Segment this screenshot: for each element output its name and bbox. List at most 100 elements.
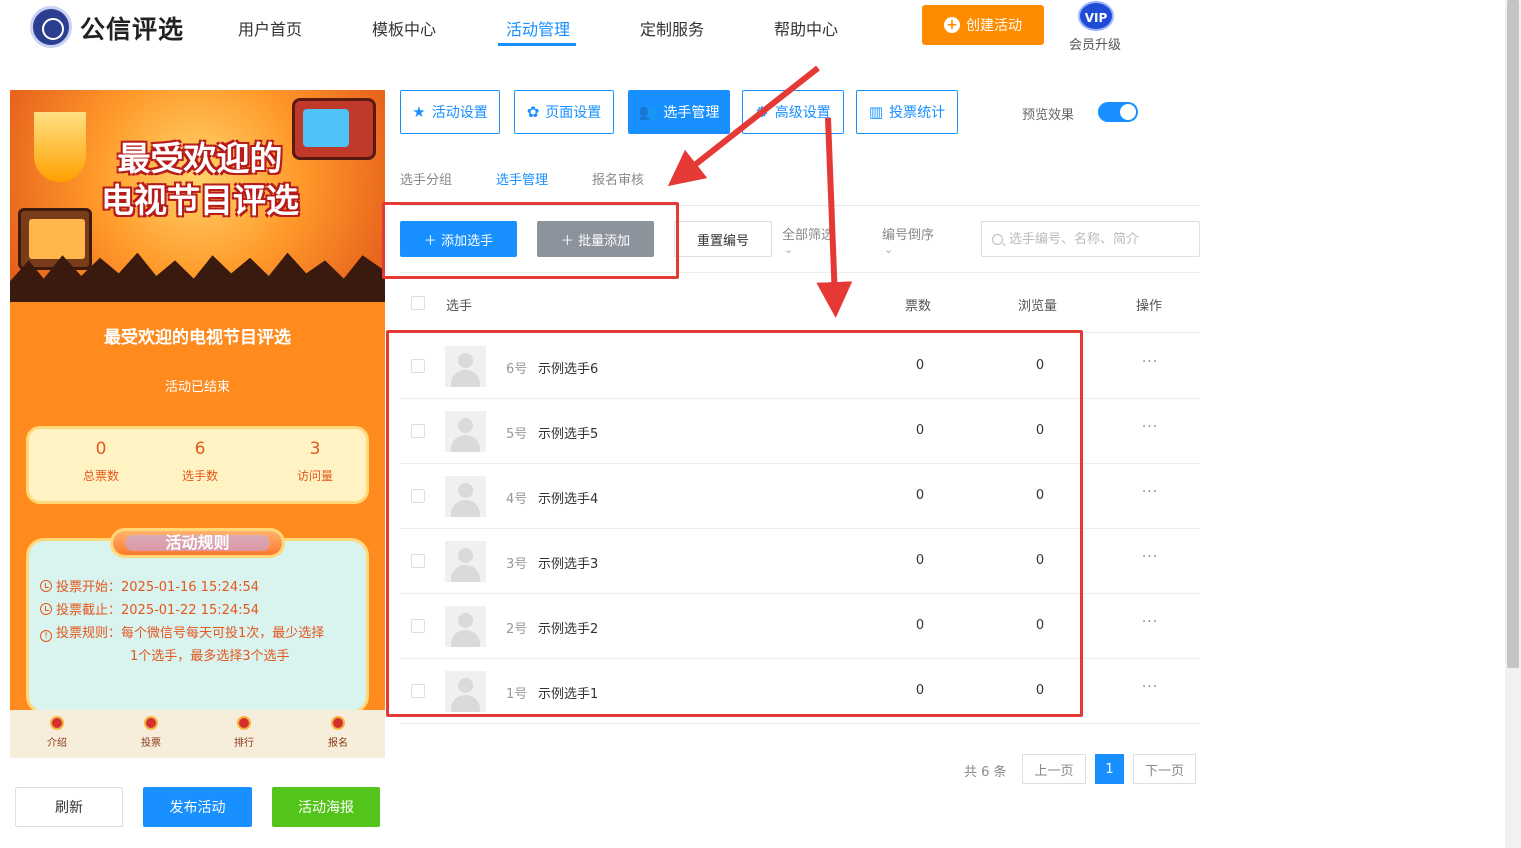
table-row: 2号 示例选手2 0 0 ··· [400,594,1200,659]
filter-all-dropdown[interactable]: 全部筛选 ⌄ [782,224,834,257]
tab-contestant-management[interactable]: 👥 选手管理 [628,90,730,134]
stat-label: 总票数 [82,469,119,483]
select-all-checkbox[interactable] [411,296,425,310]
brand-logo-icon[interactable] [30,6,72,48]
gear-icon: ✿ [526,102,540,121]
more-actions-icon[interactable]: ··· [1135,679,1165,695]
nav-custom-service[interactable]: 定制服务 [640,16,704,40]
clock-icon [40,603,52,615]
avatar [445,671,486,712]
more-actions-icon[interactable]: ··· [1135,614,1165,630]
preview-toggle-switch[interactable] [1098,102,1138,122]
add-contestant-button[interactable]: ＋ 添加选手 [400,221,517,257]
stat-label: 选手数 [181,469,218,483]
table-row: 5号 示例选手5 0 0 ··· [400,399,1200,464]
next-page-button[interactable]: 下一页 [1133,754,1196,784]
activity-status: 活动已结束 [164,380,230,395]
row-checkbox[interactable] [411,424,425,438]
contestant-views: 0 [1035,423,1045,438]
more-actions-icon[interactable]: ··· [1135,549,1165,565]
bottom-nav-signup[interactable]: 报名 [308,716,368,749]
stats-card: 0 总票数 6 选手数 3 访问量 [26,426,369,504]
vip-upgrade-link[interactable]: 会员升级 [1069,34,1121,53]
bottom-nav-label: 报名 [328,738,348,749]
prev-page-button[interactable]: 上一页 [1022,754,1086,784]
row-checkbox[interactable] [411,359,425,373]
tab-advanced-settings[interactable]: ⚙ 高级设置 [742,90,844,134]
vip-icon[interactable]: VIP [1078,1,1114,31]
subtab-signup-review[interactable]: 报名审核 [592,169,644,188]
chevron-down-icon: ⌄ [884,243,894,256]
activity-poster-button[interactable]: 活动海报 [272,787,380,827]
search-icon [992,233,1003,245]
plus-circle-icon: + [944,17,960,33]
sort-dropdown[interactable]: 编号倒序 ⌄ [882,224,934,257]
contestant-name: 示例选手5 [538,427,599,442]
column-views: 浏览量 [1018,299,1058,314]
row-checkbox[interactable] [411,489,425,503]
pagination-total: 共 6 条 [964,765,1007,780]
publish-activity-button[interactable]: 发布活动 [143,787,252,827]
column-votes: 票数 [905,299,932,314]
nav-help-center[interactable]: 帮助中心 [774,16,838,40]
tab-activity-settings[interactable]: ★ 活动设置 [400,90,500,134]
tab-label: 选手管理 [663,105,720,121]
nav-home[interactable]: 用户首页 [238,16,302,40]
bottom-nav-label: 排行 [234,738,254,749]
tab-label: 投票统计 [889,105,946,121]
contestant-number: 2号 [506,622,528,637]
more-actions-icon[interactable]: ··· [1135,354,1165,370]
column-contestant: 选手 [446,299,473,314]
tab-page-settings[interactable]: ✿ 页面设置 [514,90,614,134]
reset-numbers-button[interactable]: 重置编号 [674,221,772,257]
nav-templates[interactable]: 模板中心 [372,16,436,40]
subtab-active-indicator [496,203,552,205]
create-activity-label: 创建活动 [966,18,1022,34]
brand-name[interactable]: 公信评选 [80,10,184,46]
create-activity-button[interactable]: + 创建活动 [922,5,1044,45]
chevron-down-icon: ⌄ [784,243,794,256]
search-input[interactable] [1009,231,1189,247]
preview-toggle-label: 预览效果 [1022,108,1075,123]
current-page-button[interactable]: 1 [1095,754,1124,784]
rule-end: 投票截止：2025-01-22 15:24:54 [40,599,355,622]
batch-add-button[interactable]: ＋ 批量添加 [537,221,654,257]
bottom-nav-intro[interactable]: 介绍 [27,716,87,749]
rules-title-text: 活动规则 [165,533,230,552]
row-checkbox[interactable] [411,619,425,633]
tab-vote-statistics[interactable]: ▥ 投票统计 [856,90,958,134]
avatar [445,606,486,647]
nav-activity-management[interactable]: 活动管理 [506,16,570,40]
row-checkbox[interactable] [411,554,425,568]
contestant-views: 0 [1035,358,1045,373]
contestant-number: 1号 [506,687,528,702]
sort-label: 编号倒序 [882,228,935,243]
rule-voting-continued: 1个选手，最多选择3个选手 [130,649,290,664]
tab-label: 活动设置 [431,105,488,121]
contestant-votes: 0 [915,683,925,698]
trophy-icon [34,112,86,182]
row-checkbox[interactable] [411,684,425,698]
plus-icon: ＋ [423,233,442,249]
rule-end-text: 投票截止：2025-01-22 15:24:54 [56,603,260,618]
rule-start-text: 投票开始：2025-01-16 15:24:54 [56,580,260,595]
subtab-groups[interactable]: 选手分组 [400,169,452,188]
contestant-name: 示例选手6 [538,362,599,377]
bottom-nav-vote[interactable]: 投票 [121,716,181,749]
contestant-number: 3号 [506,557,528,572]
subtab-contestants[interactable]: 选手管理 [496,169,548,188]
tab-label: 页面设置 [545,105,602,121]
refresh-button[interactable]: 刷新 [15,787,123,827]
page-scrollbar-thumb[interactable] [1507,0,1519,668]
rule-start: 投票开始：2025-01-16 15:24:54 [40,576,355,599]
contestant-name: 示例选手1 [538,687,599,702]
tab-label: 高级设置 [774,105,831,121]
more-actions-icon[interactable]: ··· [1135,484,1165,500]
more-actions-icon[interactable]: ··· [1135,419,1165,435]
bottom-nav-ranking[interactable]: 排行 [214,716,274,749]
banner-title-line-1: 最受欢迎的 [117,139,283,178]
add-contestant-label: 添加选手 [441,233,494,249]
signup-icon [331,716,345,730]
contestant-search [981,221,1200,257]
rule-voting: ! 投票规则：每个微信号每天可投1次，最少选择 [40,622,355,645]
